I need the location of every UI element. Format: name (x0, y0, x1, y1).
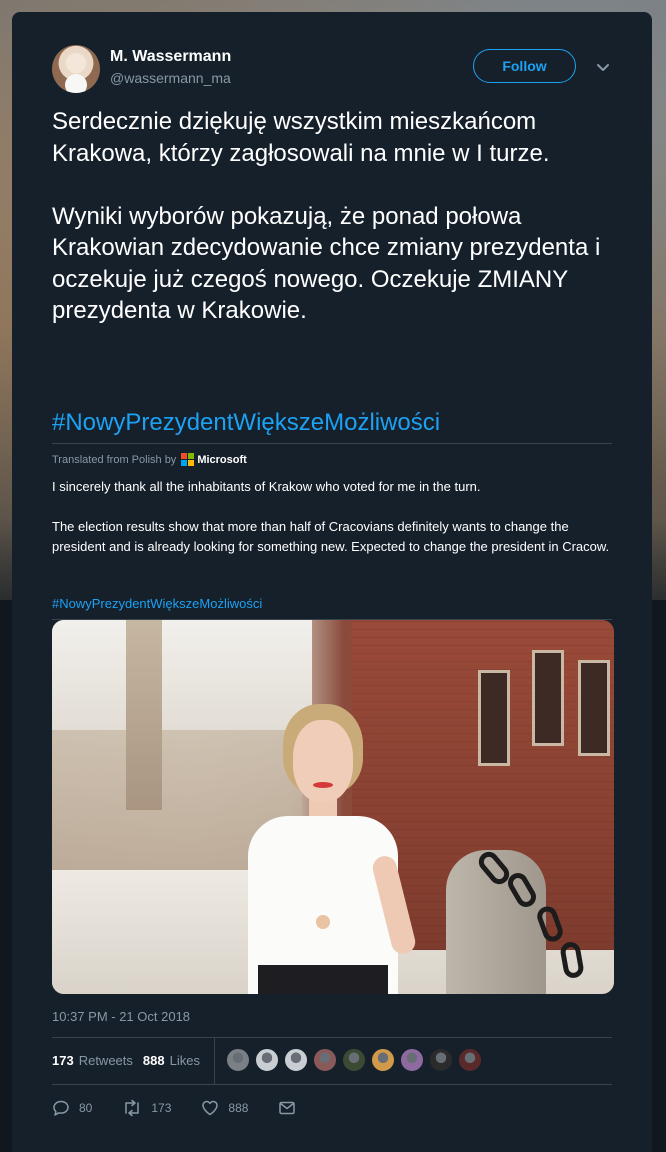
photo-pendant (316, 915, 330, 929)
envelope-icon (279, 1101, 296, 1115)
author-display-name[interactable]: M. Wassermann (110, 48, 231, 66)
translation-text: I sincerely thank all the inhabitants of… (52, 479, 610, 554)
tweet-timestamp[interactable]: 10:37 PM - 21 Oct 2018 (52, 1009, 190, 1024)
likes-label: Likes (169, 1053, 200, 1068)
tweet-stats: 173 Retweets 888 Likes (52, 1053, 210, 1068)
divider (52, 1084, 612, 1085)
tweet-photo[interactable] (52, 620, 614, 994)
reply-icon (53, 1100, 69, 1116)
liker-avatar[interactable] (255, 1048, 279, 1072)
translation-attribution: Translated from Polish by Microsoft (52, 453, 247, 466)
retweets-label: Retweets (78, 1053, 133, 1068)
direct-message-button[interactable] (278, 1099, 305, 1117)
translation-label: Translated from Polish by (52, 453, 177, 466)
liker-avatar[interactable] (342, 1048, 366, 1072)
likes-stat[interactable]: 888 Likes (143, 1053, 200, 1068)
liker-avatar[interactable] (371, 1048, 395, 1072)
chevron-down-icon[interactable] (595, 62, 611, 74)
reply-button[interactable]: 80 (52, 1099, 92, 1117)
retweet-count: 173 (151, 1101, 172, 1115)
liker-avatars (226, 1048, 487, 1072)
liker-avatar[interactable] (458, 1048, 482, 1072)
photo-person-skirt (258, 965, 388, 994)
divider (52, 1037, 612, 1038)
photo-window (578, 660, 610, 756)
heart-icon (202, 1100, 219, 1116)
liker-avatar[interactable] (429, 1048, 453, 1072)
follow-button[interactable]: Follow (473, 49, 576, 83)
divider (52, 443, 612, 444)
photo-window (532, 650, 564, 746)
stats-divider (214, 1038, 215, 1084)
retweet-button[interactable]: 173 (122, 1099, 171, 1117)
reply-count: 80 (79, 1101, 93, 1115)
liker-avatar[interactable] (284, 1048, 308, 1072)
photo-window (478, 670, 510, 766)
like-button[interactable]: 888 (201, 1099, 248, 1117)
tweet-hashtag-link[interactable]: #NowyPrezydentWiększeMożliwości (52, 407, 440, 438)
photo-person-face (293, 720, 353, 802)
translation-hashtag-link[interactable]: #NowyPrezydentWiększeMożliwości (52, 596, 262, 611)
photo-sky (52, 620, 312, 730)
retweets-count: 173 (52, 1053, 74, 1068)
tweet-actions: 80 173 888 (52, 1099, 335, 1117)
liker-avatar[interactable] (226, 1048, 250, 1072)
retweets-stat[interactable]: 173 Retweets (52, 1053, 133, 1068)
like-count: 888 (228, 1101, 249, 1115)
tweet-card: M. Wassermann @wassermann_ma Follow Serd… (12, 12, 652, 1152)
photo-person-lips (313, 782, 333, 788)
translation-provider: Microsoft (197, 453, 247, 466)
retweet-icon (125, 1099, 140, 1117)
tweet-text: Serdecznie dziękuję wszystkim mieszkańco… (52, 108, 601, 324)
photo-tower (126, 620, 162, 810)
author-avatar[interactable] (52, 45, 100, 93)
likes-count: 888 (142, 1053, 165, 1068)
author-handle[interactable]: @wassermann_ma (110, 70, 231, 86)
microsoft-logo-icon (181, 453, 195, 466)
liker-avatar[interactable] (400, 1048, 424, 1072)
liker-avatar[interactable] (313, 1048, 337, 1072)
